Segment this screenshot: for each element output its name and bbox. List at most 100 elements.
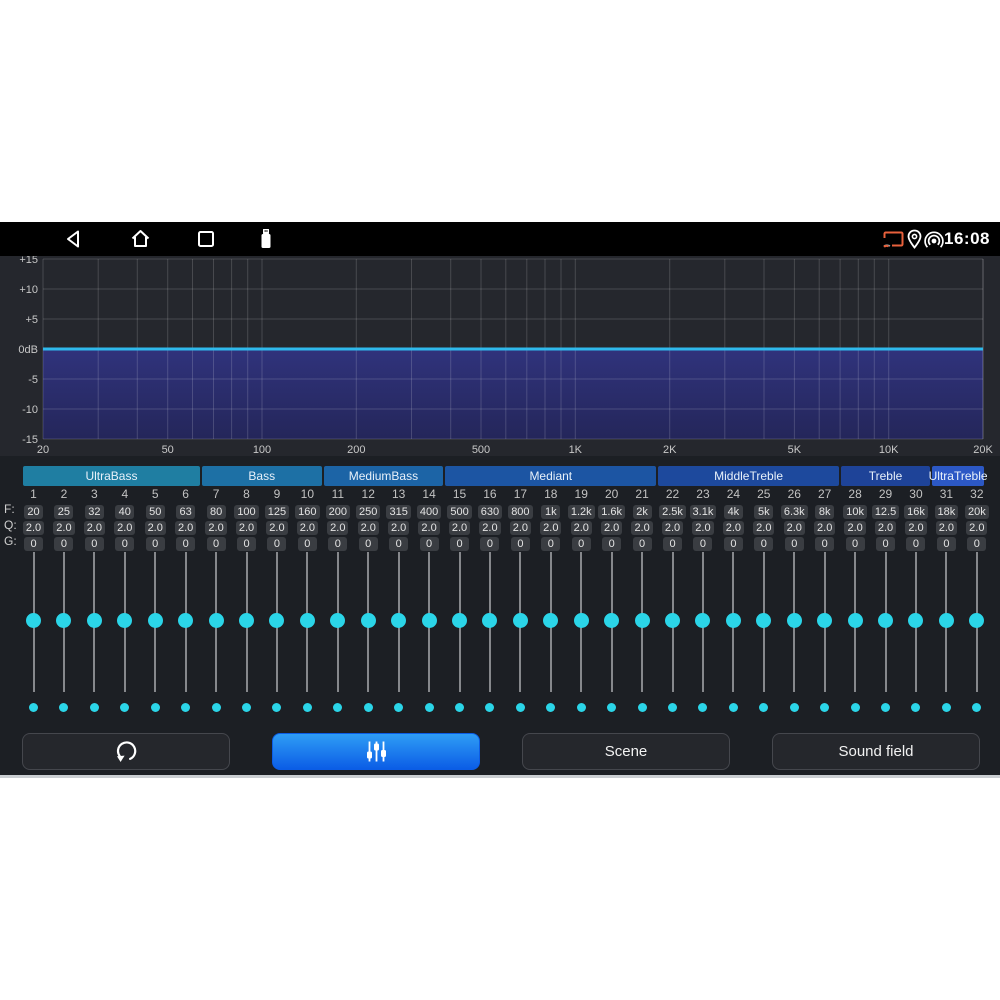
head-unit-screen: 16:08 +15+10+50dB-5-10-1520501002005001K…	[0, 222, 1000, 778]
band-number: 20	[597, 488, 627, 501]
band-number: 1	[19, 488, 49, 501]
svg-text:10K: 10K	[879, 444, 899, 456]
band-slider-knob[interactable]	[574, 613, 589, 628]
band-indicator-dot	[272, 703, 281, 712]
band-gain-value: 0	[808, 534, 842, 552]
band-indicator-dot	[546, 703, 555, 712]
band-indicator-dot	[759, 703, 768, 712]
band-slider-knob[interactable]	[178, 613, 193, 628]
band-group-mediant: Mediant	[445, 466, 656, 486]
equalizer-button[interactable]	[272, 733, 480, 770]
band-slider-knob[interactable]	[209, 613, 224, 628]
svg-text:-5: -5	[28, 374, 38, 386]
band-indicator-dot	[303, 703, 312, 712]
svg-text:-10: -10	[22, 404, 38, 416]
svg-text:2K: 2K	[663, 444, 677, 456]
band-number: 7	[201, 488, 231, 501]
band-slider-knob[interactable]	[939, 613, 954, 628]
band-slider-knob[interactable]	[482, 613, 497, 628]
recents-button[interactable]	[197, 230, 215, 253]
band-gain-value: 0	[321, 534, 355, 552]
usb-drive-icon	[258, 227, 274, 256]
band-slider-knob[interactable]	[300, 613, 315, 628]
band-slider-knob[interactable]	[908, 613, 923, 628]
band-indicator-dot	[212, 703, 221, 712]
band-gain-value: 0	[686, 534, 720, 552]
band-indicator-dot	[911, 703, 920, 712]
band-slider-knob[interactable]	[513, 613, 528, 628]
band-number: 9	[262, 488, 292, 501]
band-indicator-dot	[29, 703, 38, 712]
band-slider-knob[interactable]	[117, 613, 132, 628]
band-slider-knob[interactable]	[756, 613, 771, 628]
scene-button[interactable]: Scene	[522, 733, 730, 770]
band-gain-value: 0	[960, 534, 994, 552]
band-indicator-dot	[820, 703, 829, 712]
band-slider-knob[interactable]	[604, 613, 619, 628]
band-slider-knob[interactable]	[391, 613, 406, 628]
band-slider-knob[interactable]	[695, 613, 710, 628]
band-gain-value: 0	[108, 534, 142, 552]
band-indicator-dot	[242, 703, 251, 712]
band-gain-value: 0	[564, 534, 598, 552]
home-button[interactable]	[130, 228, 151, 254]
svg-text:+15: +15	[19, 256, 38, 266]
band-indicator-dot	[394, 703, 403, 712]
band-slider-knob[interactable]	[452, 613, 467, 628]
band-number: 25	[749, 488, 779, 501]
band-number: 22	[658, 488, 688, 501]
band-indicator-dot	[972, 703, 981, 712]
band-slider-knob[interactable]	[817, 613, 832, 628]
eq-graph: +15+10+50dB-5-10-1520501002005001K2K5K10…	[0, 256, 1000, 456]
band-slider-knob[interactable]	[878, 613, 893, 628]
band-group-middletreble: MiddleTreble	[658, 466, 839, 486]
band-gain-value: 0	[716, 534, 750, 552]
band-slider-knob[interactable]	[848, 613, 863, 628]
band-indicator-dot	[698, 703, 707, 712]
band-gain-value: 0	[382, 534, 416, 552]
band-indicator-dot	[120, 703, 129, 712]
band-gain-value: 0	[260, 534, 294, 552]
back-button[interactable]	[64, 229, 84, 254]
band-gain-value: 0	[47, 534, 81, 552]
svg-text:+10: +10	[19, 284, 38, 296]
band-number: 10	[292, 488, 322, 501]
band-slider-knob[interactable]	[422, 613, 437, 628]
band-group-treble: Treble	[841, 466, 930, 486]
band-slider-knob[interactable]	[269, 613, 284, 628]
eq-curve-fill	[43, 349, 983, 439]
band-gain-value: 0	[838, 534, 872, 552]
band-slider-knob[interactable]	[361, 613, 376, 628]
faders-icon	[364, 739, 389, 764]
band-slider-knob[interactable]	[635, 613, 650, 628]
band-gain-value: 0	[473, 534, 507, 552]
band-slider-knob[interactable]	[56, 613, 71, 628]
band-slider-knob[interactable]	[87, 613, 102, 628]
band-number: 12	[353, 488, 383, 501]
svg-text:20K: 20K	[973, 444, 993, 456]
band-slider-knob[interactable]	[543, 613, 558, 628]
band-slider-knob[interactable]	[330, 613, 345, 628]
band-number: 3	[79, 488, 109, 501]
band-slider-knob[interactable]	[148, 613, 163, 628]
svg-text:100: 100	[253, 444, 271, 456]
band-indicator-dot	[577, 703, 586, 712]
band-slider-knob[interactable]	[969, 613, 984, 628]
cast-icon	[882, 231, 904, 253]
hotspot-icon	[924, 230, 944, 254]
band-slider-knob[interactable]	[726, 613, 741, 628]
recents-icon	[199, 232, 213, 246]
home-icon	[130, 228, 151, 249]
band-slider-knob[interactable]	[665, 613, 680, 628]
reset-button[interactable]	[22, 733, 230, 770]
band-gain-value: 0	[595, 534, 629, 552]
band-number: 5	[140, 488, 170, 501]
band-slider-knob[interactable]	[239, 613, 254, 628]
band-indicator-dot	[455, 703, 464, 712]
band-number: 28	[840, 488, 870, 501]
band-slider-knob[interactable]	[787, 613, 802, 628]
sound-field-button[interactable]: Sound field	[772, 733, 980, 770]
band-slider-knob[interactable]	[26, 613, 41, 628]
band-indicator-dot	[59, 703, 68, 712]
band-number: 30	[901, 488, 931, 501]
